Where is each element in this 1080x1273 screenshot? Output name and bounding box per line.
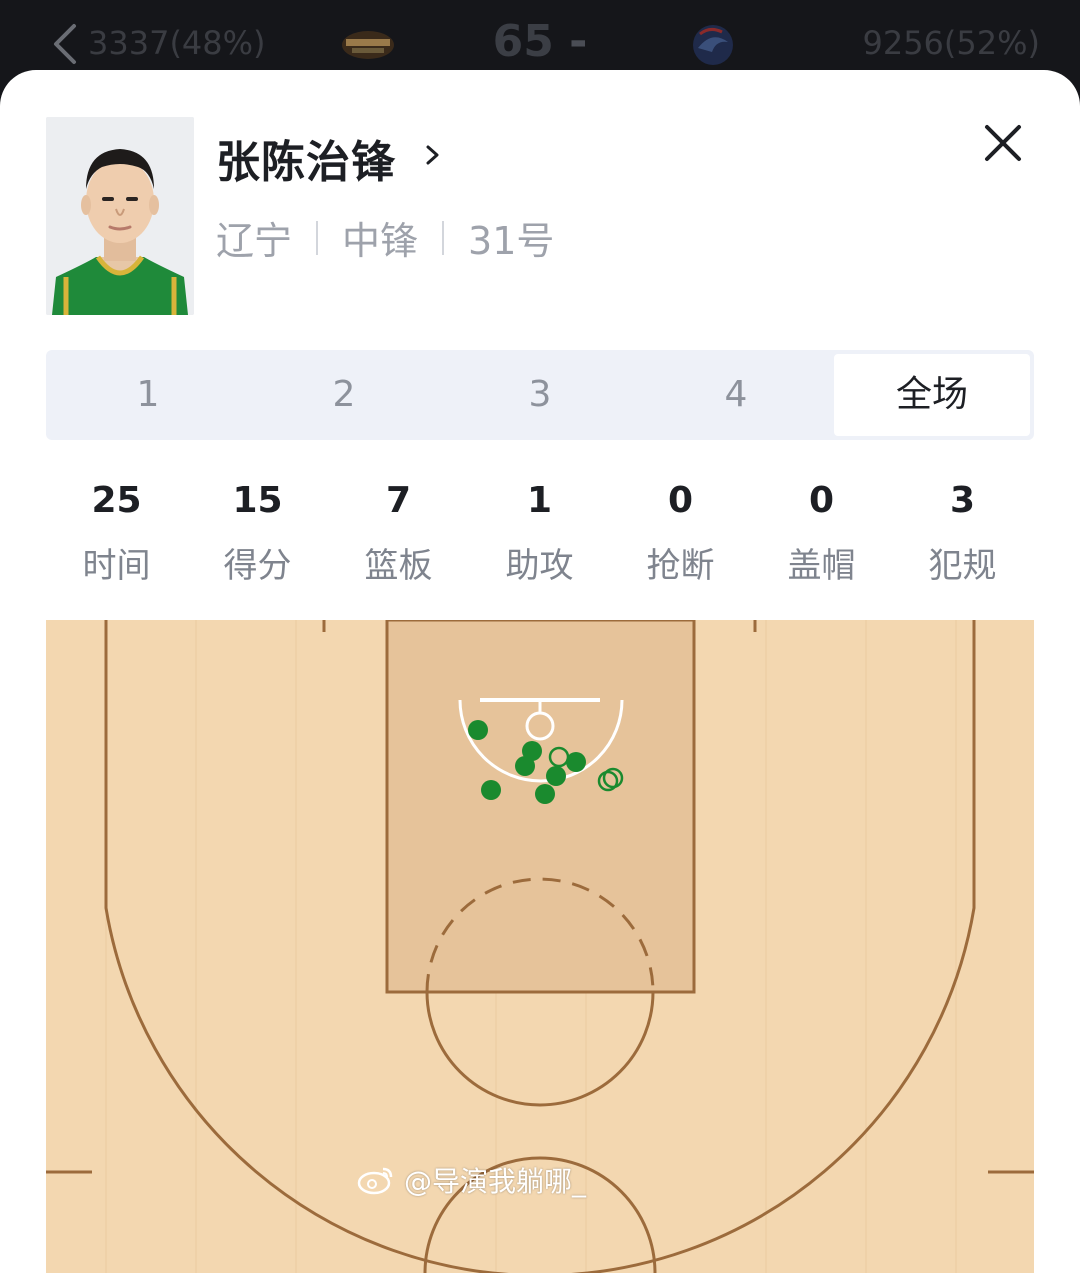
back-arrow-icon[interactable] xyxy=(46,22,86,66)
weibo-icon xyxy=(357,1167,393,1195)
close-icon[interactable] xyxy=(982,122,1024,164)
home-score: 65 xyxy=(492,16,554,67)
stat-label: 犯规 xyxy=(928,546,997,586)
player-stats-row: 25 时间 15 得分 7 篮板 1 助攻 0 抢断 0 盖帽 3 犯规 xyxy=(46,478,1034,587)
stat-value: 3 xyxy=(949,480,976,521)
tab-period-3[interactable]: 3 xyxy=(442,354,638,436)
made-shot-marker xyxy=(535,784,555,804)
stat-label: 篮板 xyxy=(364,546,433,586)
wolves-team-logo xyxy=(342,31,394,59)
stat-value: 0 xyxy=(667,480,694,521)
player-detail-sheet: 张陈治锋 辽宁 中锋 31号 1 2 3 4 全场 25 时间 15 得分 7 … xyxy=(0,70,1080,1273)
player-position: 中锋 xyxy=(342,219,419,263)
chevron-right-icon[interactable] xyxy=(420,138,444,172)
stat-value: 1 xyxy=(526,480,553,521)
made-shot-marker xyxy=(468,720,488,740)
stat-assists: 1 助攻 xyxy=(469,478,610,587)
stat-value: 25 xyxy=(91,480,142,521)
made-shot-marker xyxy=(546,766,566,786)
stat-value: 0 xyxy=(808,480,835,521)
stat-rebounds: 7 篮板 xyxy=(328,478,469,587)
meta-divider xyxy=(316,220,319,255)
player-avatar xyxy=(46,117,194,315)
tab-period-1[interactable]: 1 xyxy=(50,354,246,436)
sharks-team-logo xyxy=(693,25,733,65)
stat-minutes: 25 时间 xyxy=(46,478,187,587)
home-shots-summary: 3337(48%) xyxy=(88,24,266,62)
made-shot-marker xyxy=(481,780,501,800)
tab-period-2[interactable]: 2 xyxy=(246,354,442,436)
player-name[interactable]: 张陈治锋 xyxy=(216,126,396,190)
paint-area xyxy=(385,620,696,994)
stat-points: 15 得分 xyxy=(187,478,328,587)
stat-label: 抢断 xyxy=(646,546,715,586)
away-shots-summary: 9256(52%) xyxy=(862,24,1040,62)
period-tabs: 1 2 3 4 全场 xyxy=(46,350,1034,440)
meta-divider xyxy=(442,220,445,255)
watermark: @导演我躺哪_ xyxy=(356,1160,586,1200)
tab-full-game[interactable]: 全场 xyxy=(834,354,1030,436)
stat-fouls: 3 犯规 xyxy=(892,478,1033,587)
stat-label: 盖帽 xyxy=(787,546,856,586)
stat-steals: 0 抢断 xyxy=(610,478,751,587)
stat-value: 15 xyxy=(232,480,283,521)
player-number: 31号 xyxy=(468,219,555,263)
stat-label: 助攻 xyxy=(505,546,574,586)
made-shot-marker xyxy=(515,756,535,776)
stat-label: 得分 xyxy=(223,546,292,586)
player-meta: 辽宁 中锋 31号 xyxy=(216,210,554,265)
tab-period-4[interactable]: 4 xyxy=(638,354,834,436)
stat-value: 7 xyxy=(385,480,412,521)
watermark-text: @导演我躺哪_ xyxy=(404,1165,587,1198)
score-separator: - xyxy=(569,16,588,67)
stat-blocks: 0 盖帽 xyxy=(751,478,892,587)
player-team: 辽宁 xyxy=(216,219,293,263)
stat-label: 时间 xyxy=(82,546,151,586)
